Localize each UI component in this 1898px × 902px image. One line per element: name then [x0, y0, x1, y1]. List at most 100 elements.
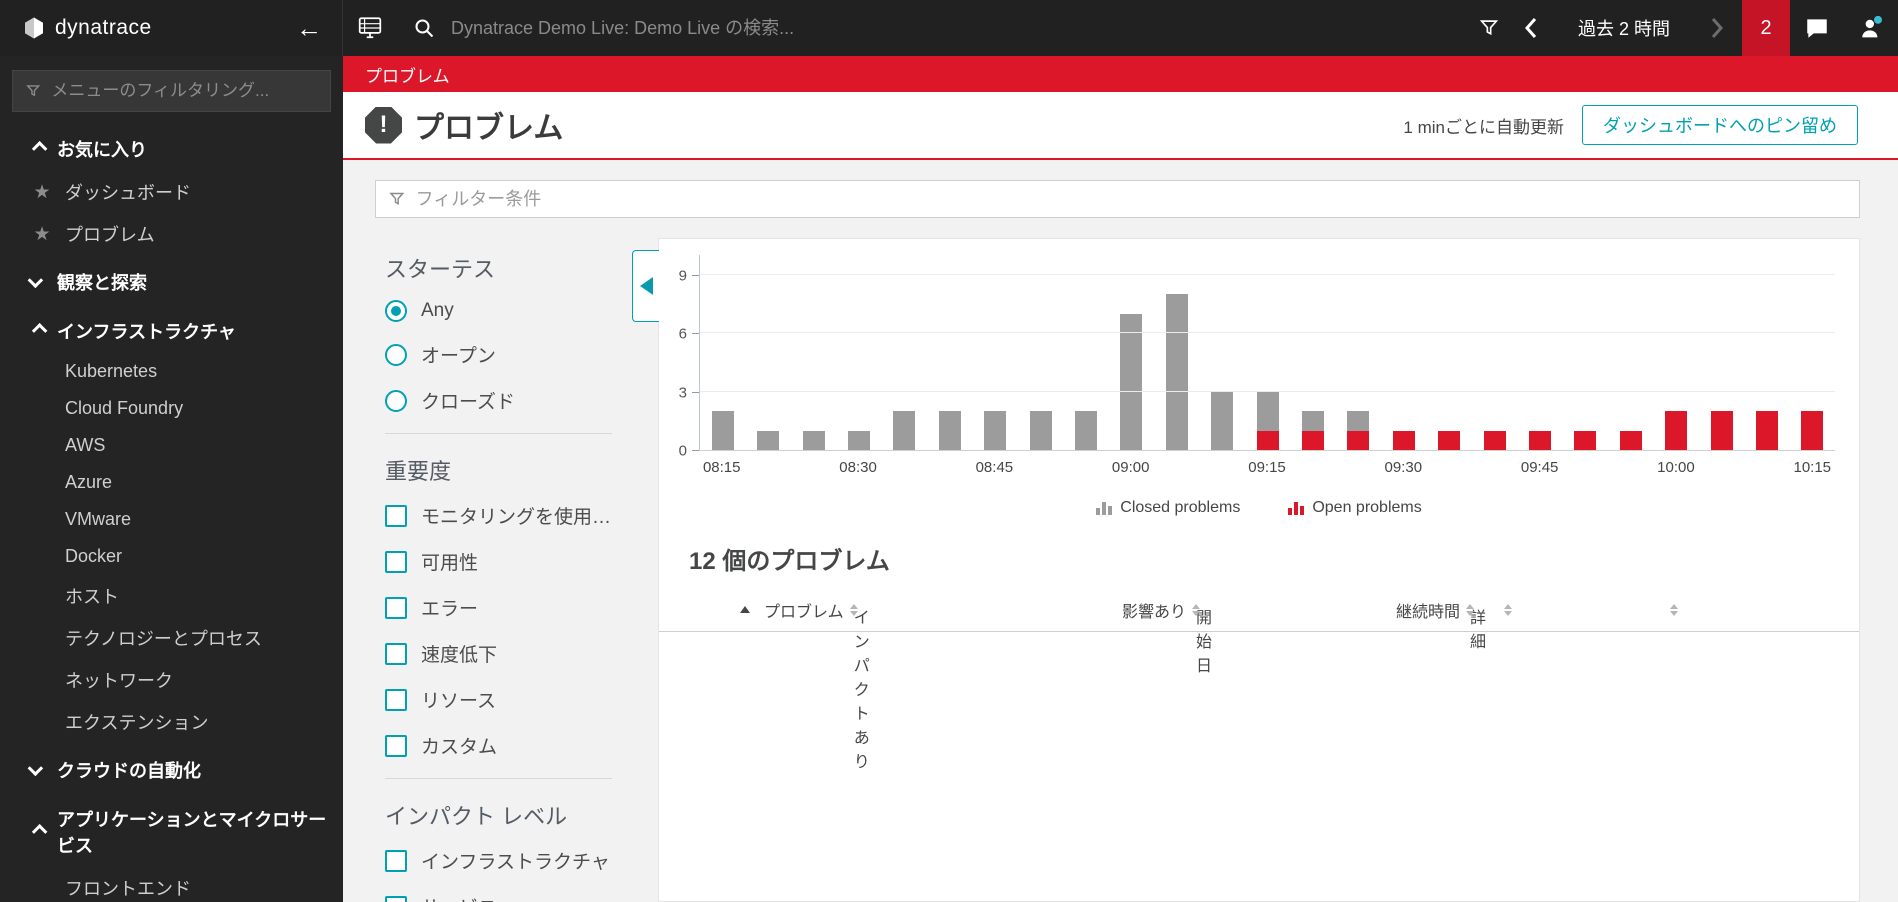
- open-problems-badge[interactable]: 2: [1742, 0, 1790, 56]
- checkbox-option-速度低下[interactable]: 速度低下: [385, 640, 612, 667]
- checkbox-option-エラー[interactable]: エラー: [385, 594, 612, 621]
- chart-bar-10:05[interactable]: [1699, 255, 1744, 450]
- sidebar-item-13[interactable]: ネットワーク: [0, 659, 343, 701]
- col-start[interactable]: [1474, 603, 1654, 616]
- checkbox-control[interactable]: [385, 504, 407, 527]
- chart-bar-09:10[interactable]: [1199, 255, 1244, 450]
- chart-bar-09:30[interactable]: [1381, 255, 1426, 450]
- chart-bar-10:10[interactable]: [1744, 255, 1789, 450]
- checkbox-control[interactable]: [385, 734, 407, 757]
- bar-chart-icon: [1288, 501, 1305, 515]
- chart-bar-08:20[interactable]: [745, 255, 790, 450]
- search-icon[interactable]: [397, 0, 451, 56]
- closed-segment: [984, 411, 1007, 450]
- chart-bar-10:00[interactable]: [1654, 255, 1699, 450]
- time-range-label[interactable]: 過去 2 時間: [1552, 15, 1696, 41]
- chart-bar-09:00[interactable]: [1109, 255, 1154, 450]
- sidebar-item-10[interactable]: Docker: [0, 538, 343, 575]
- pin-to-dashboard-button[interactable]: ダッシュボードへのピン留め: [1582, 105, 1858, 145]
- sidebar-label: フロントエンド: [65, 879, 191, 899]
- sidebar-item-8[interactable]: Azure: [0, 464, 343, 501]
- sidebar-item-2[interactable]: ★ プロブレム: [0, 213, 343, 255]
- checkbox-option-リソース[interactable]: リソース: [385, 686, 612, 713]
- radio-option-Any[interactable]: Any: [385, 300, 612, 322]
- chart-bar-09:25[interactable]: [1336, 255, 1381, 450]
- checkbox-control[interactable]: [385, 849, 407, 872]
- sidebar-item-6[interactable]: Cloud Foundry: [0, 390, 343, 427]
- col-impacted[interactable]: 影響あり 開始日: [1122, 598, 1377, 675]
- radio-option-クローズド[interactable]: クローズド: [385, 387, 612, 414]
- checkbox-option-モニタリングを使用でき...[interactable]: モニタリングを使用でき...: [385, 502, 612, 529]
- time-prev-chevron-icon[interactable]: [1516, 0, 1546, 56]
- sidebar-item-12[interactable]: テクノロジーとプロセス: [0, 617, 343, 659]
- chart-bar-10:15[interactable]: [1790, 255, 1835, 450]
- legend-item[interactable]: Closed problems: [1096, 499, 1240, 517]
- checkbox-option-カスタム[interactable]: カスタム: [385, 732, 612, 759]
- radio-control[interactable]: [385, 343, 407, 366]
- chart-bar-09:50[interactable]: [1563, 255, 1608, 450]
- sidebar-item-7[interactable]: AWS: [0, 427, 343, 464]
- breadcrumb[interactable]: プロブレム: [343, 56, 1898, 92]
- chart-bar-08:55[interactable]: [1063, 255, 1108, 450]
- chart-bar-08:35[interactable]: [882, 255, 927, 450]
- radio-control[interactable]: [385, 389, 407, 412]
- checkbox-option-サービス[interactable]: サービス: [385, 893, 612, 902]
- collapse-sidebar-arrow-icon[interactable]: ←: [296, 15, 322, 41]
- sidebar-section-0[interactable]: お気に入り: [0, 122, 343, 171]
- chart-bar-09:45[interactable]: [1517, 255, 1562, 450]
- problem-filter-input[interactable]: [415, 188, 1847, 210]
- sidebar-section-15[interactable]: クラウドの自動化: [0, 743, 343, 792]
- closed-segment: [1165, 294, 1188, 450]
- chart-bar-08:15[interactable]: [700, 255, 745, 450]
- timeframe-filter-icon[interactable]: [1462, 0, 1516, 56]
- checkbox-control[interactable]: [385, 688, 407, 711]
- user-icon[interactable]: [1844, 0, 1898, 56]
- chart-bar-08:25[interactable]: [791, 255, 836, 450]
- chart-bar-08:45[interactable]: [972, 255, 1017, 450]
- chart-bar-08:50[interactable]: [1018, 255, 1063, 450]
- checkbox-control[interactable]: [385, 895, 407, 902]
- sidebar-label: ホスト: [65, 587, 119, 607]
- gridline: [700, 273, 1835, 275]
- sidebar-section-4[interactable]: インフラストラクチャ: [0, 304, 343, 353]
- radio-control[interactable]: [385, 300, 407, 322]
- sidebar-item-11[interactable]: ホスト: [0, 575, 343, 617]
- col-affected[interactable]: 継続時間 詳細: [1377, 598, 1486, 651]
- sidebar-item-1[interactable]: ★ ダッシュボード: [0, 171, 343, 213]
- sidebar-item-14[interactable]: エクステンション: [0, 701, 343, 743]
- sidebar-item-9[interactable]: VMware: [0, 501, 343, 538]
- x-tick-label: 10:15: [1793, 459, 1832, 476]
- sidebar-filter-input[interactable]: [51, 81, 318, 101]
- checkbox-control[interactable]: [385, 596, 407, 619]
- checkbox-option-可用性[interactable]: 可用性: [385, 548, 612, 575]
- open-segment: [1574, 430, 1597, 450]
- collapse-filter-panel-button[interactable]: [632, 250, 659, 322]
- chart-bar-09:20[interactable]: [1290, 255, 1335, 450]
- chart-bar-09:35[interactable]: [1427, 255, 1472, 450]
- option-label: 可用性: [421, 553, 479, 574]
- sidebar-section-3[interactable]: 観察と探索: [0, 255, 343, 304]
- global-search-input[interactable]: [451, 17, 1051, 39]
- sidebar-item-17[interactable]: フロントエンド: [0, 867, 343, 902]
- radio-option-オープン[interactable]: オープン: [385, 341, 612, 368]
- chart-bar-09:05[interactable]: [1154, 255, 1199, 450]
- checkbox-option-インフラストラクチャ[interactable]: インフラストラクチャ: [385, 847, 612, 874]
- chart-bar-08:40[interactable]: [927, 255, 972, 450]
- time-next-chevron-icon[interactable]: [1702, 0, 1732, 56]
- sidebar-section-16[interactable]: アプリケーションとマイクロサービス: [0, 792, 343, 867]
- dynatrace-logo[interactable]: dynatrace: [22, 16, 296, 40]
- chart-bar-09:15[interactable]: [1245, 255, 1290, 450]
- sort-arrows-icon: インパクトあり: [849, 603, 870, 771]
- legend-label: Closed problems: [1120, 499, 1241, 516]
- col-duration[interactable]: [1654, 603, 1759, 616]
- chat-icon[interactable]: [1790, 0, 1844, 56]
- chart-bar-09:40[interactable]: [1472, 255, 1517, 450]
- legend-item[interactable]: Open problems: [1288, 499, 1422, 517]
- chart-bar-09:55[interactable]: [1608, 255, 1653, 450]
- sidebar-item-5[interactable]: Kubernetes: [0, 353, 343, 390]
- checkbox-control[interactable]: [385, 642, 407, 665]
- chart-bar-08:30[interactable]: [836, 255, 881, 450]
- environment-icon[interactable]: [343, 0, 397, 56]
- checkbox-control[interactable]: [385, 550, 407, 573]
- col-problem[interactable]: プロブレム インパクトあり: [764, 598, 1122, 771]
